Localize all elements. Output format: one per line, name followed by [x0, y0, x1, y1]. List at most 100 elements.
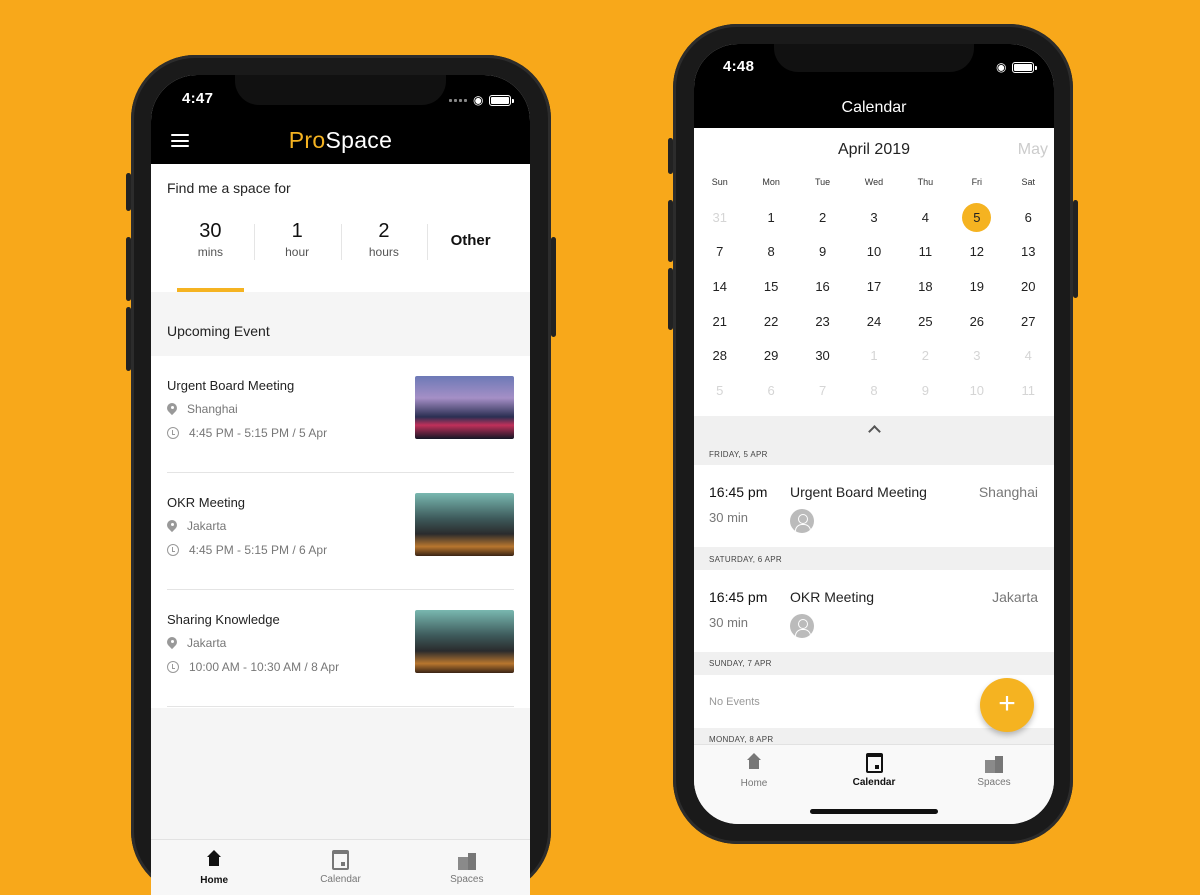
- day-number: 28: [712, 348, 727, 364]
- app-logo: ProSpace: [288, 127, 393, 153]
- calendar-day[interactable]: 11: [1003, 373, 1054, 408]
- calendar-day[interactable]: 6: [745, 373, 796, 408]
- calendar-day[interactable]: 6: [1003, 200, 1054, 235]
- calendar-phone: 4:48 ◉ Calendar April 2019 May Sun Mon Tue…: [668, 24, 1078, 844]
- day-number: 1: [870, 348, 878, 364]
- calendar-day[interactable]: 9: [797, 235, 848, 270]
- duration-30-mins[interactable]: 30 mins: [167, 220, 254, 272]
- calendar-day[interactable]: 14: [694, 269, 745, 304]
- calendar-day[interactable]: 13: [1003, 235, 1054, 270]
- day-number: 8: [767, 244, 775, 260]
- calendar-day-selected[interactable]: 5: [951, 200, 1002, 235]
- event-location: Jakarta: [187, 636, 227, 650]
- event-item[interactable]: OKR Meeting Jakarta 4:45 PM - 5:15 PM / …: [167, 473, 514, 590]
- calendar-day[interactable]: 25: [900, 304, 951, 339]
- calendar-day[interactable]: 30: [797, 338, 848, 373]
- wifi-icon: ◉: [473, 93, 484, 107]
- calendar-day[interactable]: 12: [951, 235, 1002, 270]
- day-number: 3: [973, 348, 981, 364]
- event-time: 16:45 pm: [709, 589, 768, 605]
- duration-other[interactable]: Other: [427, 220, 514, 272]
- calendar-day[interactable]: 17: [848, 269, 899, 304]
- top-bar: 4:48 ◉ Calendar: [694, 44, 1054, 128]
- weekday-label: Tue: [814, 177, 831, 187]
- agenda-event[interactable]: 16:45 pm 30 min Urgent Board Meeting Sha…: [694, 465, 1054, 547]
- day-number: 1: [767, 209, 775, 225]
- tab-label: Spaces: [450, 874, 484, 885]
- duration-value: 2: [378, 220, 390, 242]
- calendar-day[interactable]: 7: [797, 373, 848, 408]
- calendar-day[interactable]: 7: [694, 235, 745, 270]
- calendar-day[interactable]: 4: [900, 200, 951, 235]
- tab-home[interactable]: Home: [694, 745, 814, 824]
- calendar-day[interactable]: 8: [848, 373, 899, 408]
- duration-unit: hour: [285, 245, 310, 259]
- event-item[interactable]: Urgent Board Meeting Shanghai 4:45 PM - …: [167, 356, 514, 473]
- calendar-day[interactable]: 4: [1003, 338, 1054, 373]
- tab-calendar[interactable]: Calendar: [277, 840, 403, 895]
- month-calendar: April 2019 May Sun Mon Tue Wed Thu Fri Sat 31 1…: [694, 128, 1054, 416]
- calendar-day[interactable]: 16: [797, 269, 848, 304]
- calendar-day[interactable]: 11: [900, 235, 951, 270]
- tab-spaces[interactable]: Spaces: [404, 840, 530, 895]
- event-duration: 30 min: [709, 510, 749, 525]
- calendar-day[interactable]: 10: [848, 235, 899, 270]
- calendar-day[interactable]: 9: [900, 373, 951, 408]
- duration-1-hour[interactable]: 1 hour: [253, 220, 341, 272]
- calendar-day[interactable]: 5: [694, 373, 745, 408]
- event-location: Jakarta: [992, 589, 1038, 605]
- event-location: Shanghai: [978, 484, 1038, 500]
- calendar-day[interactable]: 21: [694, 304, 745, 339]
- event-title: Urgent Board Meeting: [167, 378, 295, 393]
- weekday-label: Sun: [711, 177, 728, 187]
- calendar-day[interactable]: 20: [1003, 269, 1054, 304]
- home-icon: [205, 850, 223, 870]
- calendar-day[interactable]: 27: [1003, 304, 1054, 339]
- tab-bar: Home Calendar Spaces: [694, 744, 1054, 824]
- agenda-event[interactable]: 16:45 pm 30 min OKR Meeting Jakarta: [694, 570, 1054, 652]
- selected-duration-indicator: [177, 288, 244, 292]
- calendar-day[interactable]: 29: [745, 338, 796, 373]
- calendar-day[interactable]: 24: [848, 304, 899, 339]
- calendar-icon: [865, 753, 883, 773]
- calendar-day[interactable]: 3: [848, 200, 899, 235]
- calendar-week: 7 8 9 10 11 12 13: [694, 235, 1054, 270]
- home-screen: 4:47 ◉ ProSpace Find me a space for 30 m…: [151, 75, 530, 895]
- day-number: 10: [866, 244, 882, 260]
- upcoming-event-heading: Upcoming Event: [167, 323, 270, 339]
- calendar-day[interactable]: 26: [951, 304, 1002, 339]
- day-number: 12: [969, 244, 985, 260]
- day-number: 10: [969, 382, 985, 398]
- add-event-button[interactable]: +: [980, 678, 1034, 732]
- event-time: 4:45 PM - 5:15 PM / 5 Apr: [189, 426, 328, 440]
- calendar-day[interactable]: 22: [745, 304, 796, 339]
- event-title: Urgent Board Meeting: [790, 484, 927, 500]
- avatar: [790, 509, 814, 533]
- calendar-day[interactable]: 3: [951, 338, 1002, 373]
- page-title: Calendar: [841, 99, 907, 116]
- event-list: Urgent Board Meeting Shanghai 4:45 PM - …: [151, 356, 530, 708]
- calendar-day[interactable]: 2: [900, 338, 951, 373]
- calendar-day[interactable]: 2: [797, 200, 848, 235]
- calendar-day[interactable]: 19: [951, 269, 1002, 304]
- calendar-day[interactable]: 10: [951, 373, 1002, 408]
- calendar-day[interactable]: 15: [745, 269, 796, 304]
- status-time: 4:47: [182, 90, 214, 107]
- calendar-day[interactable]: 8: [745, 235, 796, 270]
- clock-icon: [167, 661, 179, 673]
- event-time-row: 10:00 AM - 10:30 AM / 8 Apr: [167, 660, 339, 674]
- calendar-day[interactable]: 18: [900, 269, 951, 304]
- next-month[interactable]: May: [1018, 141, 1048, 159]
- tab-home[interactable]: Home: [151, 840, 277, 895]
- calendar-day[interactable]: 23: [797, 304, 848, 339]
- current-month: April 2019: [837, 141, 911, 158]
- tab-spaces[interactable]: Spaces: [934, 745, 1054, 824]
- event-item[interactable]: Sharing Knowledge Jakarta 10:00 AM - 10:…: [167, 590, 514, 707]
- calendar-day[interactable]: 1: [848, 338, 899, 373]
- day-number: 13: [1021, 244, 1036, 260]
- duration-2-hours[interactable]: 2 hours: [340, 220, 428, 272]
- calendar-day[interactable]: 1: [745, 200, 796, 235]
- calendar-day[interactable]: 31: [694, 200, 745, 235]
- calendar-day[interactable]: 28: [694, 338, 745, 373]
- collapse-calendar-button[interactable]: [694, 416, 1054, 442]
